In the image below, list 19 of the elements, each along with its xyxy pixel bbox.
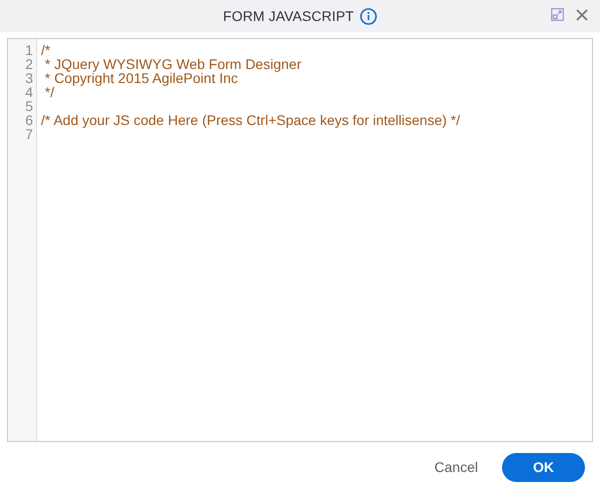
line-number: 4 [24, 85, 34, 99]
code-line: * JQuery WYSIWYG Web Form Designer [44, 57, 302, 71]
code-line: /* [41, 43, 50, 57]
maximize-icon[interactable] [551, 8, 564, 21]
line-number: 5 [24, 99, 34, 113]
line-number: 3 [24, 71, 34, 85]
line-number: 2 [24, 57, 34, 71]
cancel-button[interactable]: Cancel [434, 455, 478, 479]
code-line: */ [44, 85, 54, 99]
code-editor[interactable]: 1 2 3 4 5 6 7 /* * JQuery WYSIWYG Web Form Designer * Copyright 2015 AgilePoint Inc */ /* Add your JS code Here (Press Ctrl+Space keys for intellisense) */ [7, 38, 593, 442]
line-number: 6 [24, 113, 34, 127]
ok-button[interactable]: OK [502, 452, 585, 482]
line-number: 7 [24, 127, 34, 141]
code-line: * Copyright 2015 AgilePoint Inc [44, 71, 238, 85]
close-icon[interactable] [576, 8, 588, 20]
code-line: /* Add your JS code Here (Press Ctrl+Space keys for intellisense) */ [41, 113, 460, 127]
info-icon[interactable] [360, 8, 377, 24]
line-number: 1 [24, 43, 34, 57]
dialog-title: FORM JAVASCRIPT [223, 8, 354, 24]
